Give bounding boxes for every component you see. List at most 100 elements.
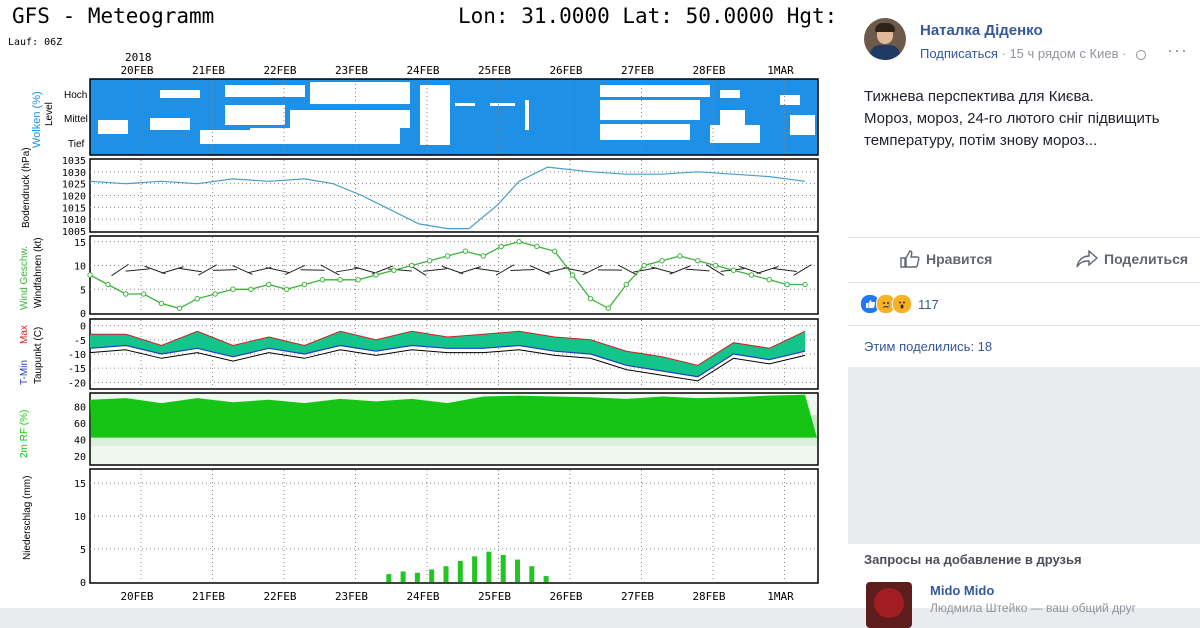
meteogram-image: GFS - Meteogramm Lon: 31.0000 Lat: 50.00…	[0, 0, 848, 608]
wind-point	[499, 244, 503, 248]
post-meta-line: Подписаться · 15 ч рядом с Киев ·	[920, 46, 1146, 61]
wind-tick: 15	[74, 238, 86, 249]
shares-count[interactable]: Этим поделились: 18	[864, 339, 992, 354]
wind-point	[231, 287, 235, 291]
reactions-summary[interactable]: 117	[860, 294, 939, 314]
like-button[interactable]: Нравится	[900, 250, 992, 268]
wind-point	[374, 273, 378, 277]
wind-point	[767, 278, 771, 282]
cloud-ylabel: Wolken (%)	[31, 91, 43, 148]
facebook-post-panel: Наталка Діденко Подписаться · 15 ч рядом…	[848, 0, 1200, 608]
wind-point	[106, 282, 110, 286]
post-text-line: Тижнева перспектива для Києва.	[864, 86, 1194, 108]
temp-tick: 0	[80, 322, 86, 333]
precip-bar	[429, 569, 434, 582]
wind-point	[678, 254, 682, 258]
pressure-tick: 1010	[62, 215, 86, 226]
temp-tick: -10	[68, 350, 86, 361]
subscribe-link[interactable]: Подписаться	[920, 46, 998, 61]
date-label-top: 23FEB	[335, 64, 368, 77]
date-label-bottom: 28FEB	[692, 590, 725, 603]
friend-requests-header: Запросы на добавление в друзья	[864, 552, 1082, 567]
date-label-bottom: 1MAR	[767, 590, 794, 603]
date-label-bottom: 24FEB	[406, 590, 439, 603]
pressure-ylabel: Bodendruck (hPa)	[21, 147, 32, 228]
precip-ylabel: Niederschlag (mm)	[22, 476, 33, 560]
date-label-top: 27FEB	[621, 64, 654, 77]
wind-tick: 5	[80, 285, 86, 296]
pressure-panel: 1035103010251020101510101005 Bodendruck …	[21, 147, 818, 238]
date-label-bottom: 21FEB	[192, 590, 225, 603]
wind-point	[284, 287, 288, 291]
author-name[interactable]: Наталка Діденко	[920, 22, 1043, 39]
meteogram-coords: Lon: 31.0000 Lat: 50.0000 Hgt: 1	[458, 4, 848, 28]
wind-point	[553, 249, 557, 253]
wind-point	[392, 268, 396, 272]
wind-point	[338, 278, 342, 282]
level-ylabel: Level	[44, 102, 55, 126]
date-label-bottom: 20FEB	[120, 590, 153, 603]
author-avatar[interactable]	[864, 18, 906, 60]
wind-panel: 151050 Wind Geschw. Windfahnen (kt)	[19, 236, 818, 320]
wind-point	[427, 259, 431, 263]
share-icon	[1076, 250, 1098, 268]
meteogram-title: GFS - Meteogramm	[12, 4, 214, 28]
rh-ylabel: 2m RF (%)	[19, 410, 30, 458]
wind-point	[267, 282, 271, 286]
wind-point	[124, 292, 128, 296]
precip-tick: 5	[80, 545, 86, 556]
wind-point	[410, 263, 414, 267]
friend-name[interactable]: Mido Mido	[930, 583, 994, 598]
date-label-bottom: 26FEB	[549, 590, 582, 603]
dewpoint-ylabel: Taupunkt (C)	[33, 327, 44, 384]
wind-point	[445, 254, 449, 258]
date-label-bottom: 27FEB	[621, 590, 654, 603]
wind-point	[159, 301, 163, 305]
more-options-icon[interactable]: ···	[1167, 40, 1188, 61]
precip-bar	[401, 571, 406, 582]
spacer	[848, 369, 1200, 544]
date-label-top: 20FEB	[120, 64, 153, 77]
share-button[interactable]: Поделиться	[1076, 250, 1188, 268]
date-label-top: 25FEB	[478, 64, 511, 77]
wind-point	[88, 273, 92, 277]
precipitation-panel: 151050 Niederschlag (mm)	[22, 469, 818, 589]
pressure-tick: 1015	[62, 203, 86, 214]
pressure-tick: 1005	[62, 227, 86, 238]
date-label-top: 22FEB	[263, 64, 296, 77]
wind-point	[696, 259, 700, 263]
temp-tick: -20	[68, 378, 86, 389]
wind-point	[356, 278, 360, 282]
level-low: Tief	[68, 139, 85, 150]
wind-point	[749, 273, 753, 277]
date-label-bottom: 23FEB	[335, 590, 368, 603]
date-label-top: 24FEB	[406, 64, 439, 77]
date-label-bottom: 25FEB	[478, 590, 511, 603]
precip-bar	[386, 574, 391, 582]
wind-tick: 0	[80, 309, 86, 320]
date-label-top: 21FEB	[192, 64, 225, 77]
precip-bar	[529, 566, 534, 582]
post-meta: · 15 ч рядом с Киев ·	[1002, 46, 1127, 61]
pressure-tick: 1030	[62, 168, 86, 179]
reactions-count: 117	[918, 297, 939, 312]
rh-tick: 20	[74, 452, 86, 463]
date-label-top: 1MAR	[767, 64, 794, 77]
windbarb-ylabel: Windfahnen (kt)	[33, 237, 44, 308]
wind-point	[195, 297, 199, 301]
friend-requests-box: Запросы на добавление в друзья Mido Mido…	[848, 544, 1200, 608]
precip-bar	[444, 566, 449, 582]
wind-point	[570, 273, 574, 277]
wind-point	[535, 244, 539, 248]
wind-point	[141, 292, 145, 296]
wind-point	[213, 292, 217, 296]
date-label-top: 28FEB	[692, 64, 725, 77]
thumbs-up-icon	[900, 250, 920, 268]
wind-point	[463, 249, 467, 253]
wind-point	[713, 263, 717, 267]
wind-point	[785, 282, 789, 286]
globe-icon	[1136, 50, 1146, 60]
meteogram-chart: GFS - Meteogramm Lon: 31.0000 Lat: 50.00…	[0, 0, 848, 608]
friend-avatar[interactable]	[866, 582, 912, 628]
run-label: Lauf: 06Z	[8, 37, 62, 48]
